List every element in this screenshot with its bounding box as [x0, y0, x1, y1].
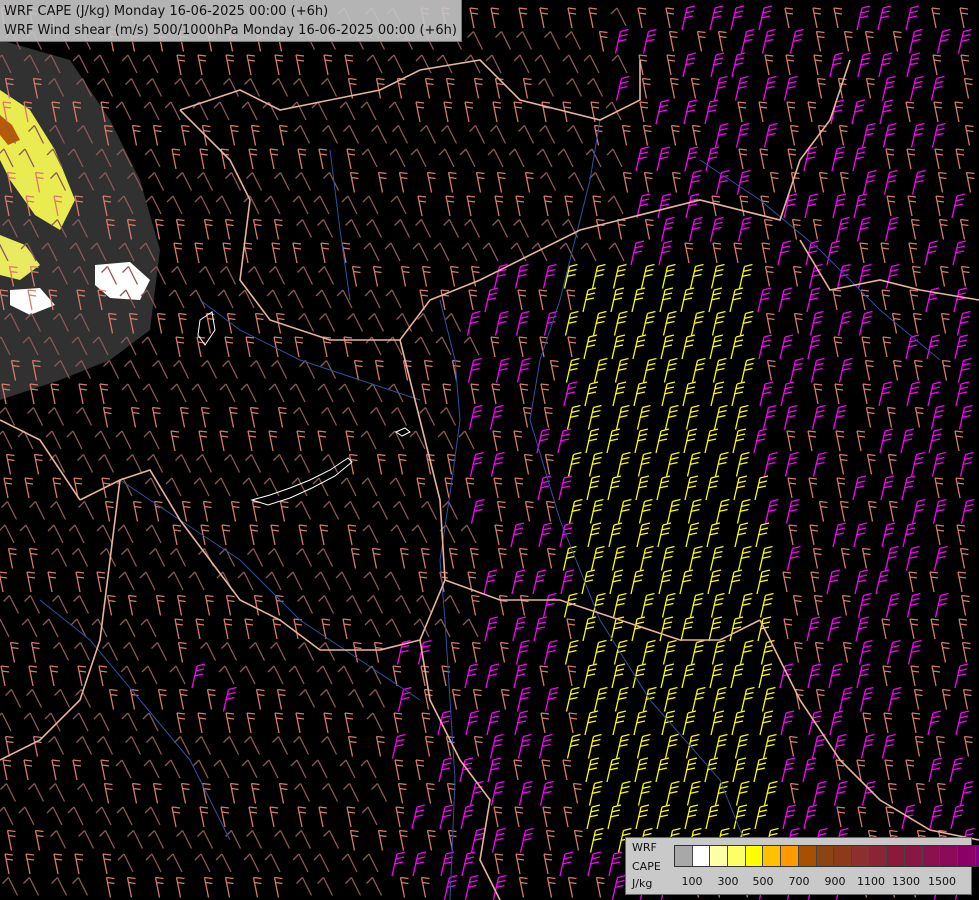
map-title-box: WRF CAPE (J/kg) Monday 16-06-2025 00:00 …	[0, 0, 462, 42]
legend-tick: 1500	[928, 875, 956, 888]
cape-title: WRF CAPE (J/kg) Monday 16-06-2025 00:00 …	[4, 4, 329, 19]
legend-label-cape: CAPE	[632, 860, 661, 873]
legend-swatch	[728, 846, 746, 866]
legend-swatch	[869, 846, 888, 866]
legend-swatch	[781, 846, 799, 866]
legend-label-unit: J/kg	[632, 877, 653, 890]
legend-swatch	[940, 846, 958, 866]
legend-swatch	[692, 846, 711, 866]
legend-tick: 900	[824, 875, 846, 888]
legend-tick: 300	[717, 875, 739, 888]
legend-swatch	[887, 846, 905, 866]
map-canvas	[0, 0, 979, 900]
legend-swatch	[745, 846, 764, 866]
legend-swatch	[958, 846, 976, 866]
legend-tick: 100	[681, 875, 703, 888]
legend-swatch	[922, 846, 941, 866]
legend-swatch	[675, 846, 693, 866]
legend-color-bar	[674, 845, 979, 867]
legend-label-wrf: WRF	[632, 841, 657, 854]
legend-swatch	[763, 846, 782, 866]
legend-tick: 700	[788, 875, 810, 888]
legend-tick: 1100	[857, 875, 885, 888]
wind-shear-title: WRF Wind shear (m/s) 500/1000hPa Monday …	[4, 23, 457, 38]
legend-swatch	[710, 846, 729, 866]
cape-legend: WRF CAPE J/kg 100 300 500 700 900 1100 1…	[625, 837, 979, 895]
legend-swatch	[798, 846, 817, 866]
legend-swatch	[834, 846, 852, 866]
legend-swatch	[904, 846, 923, 866]
legend-swatch	[851, 846, 870, 866]
legend-swatch	[816, 846, 835, 866]
legend-tick: 1300	[892, 875, 920, 888]
legend-tick: 500	[752, 875, 774, 888]
